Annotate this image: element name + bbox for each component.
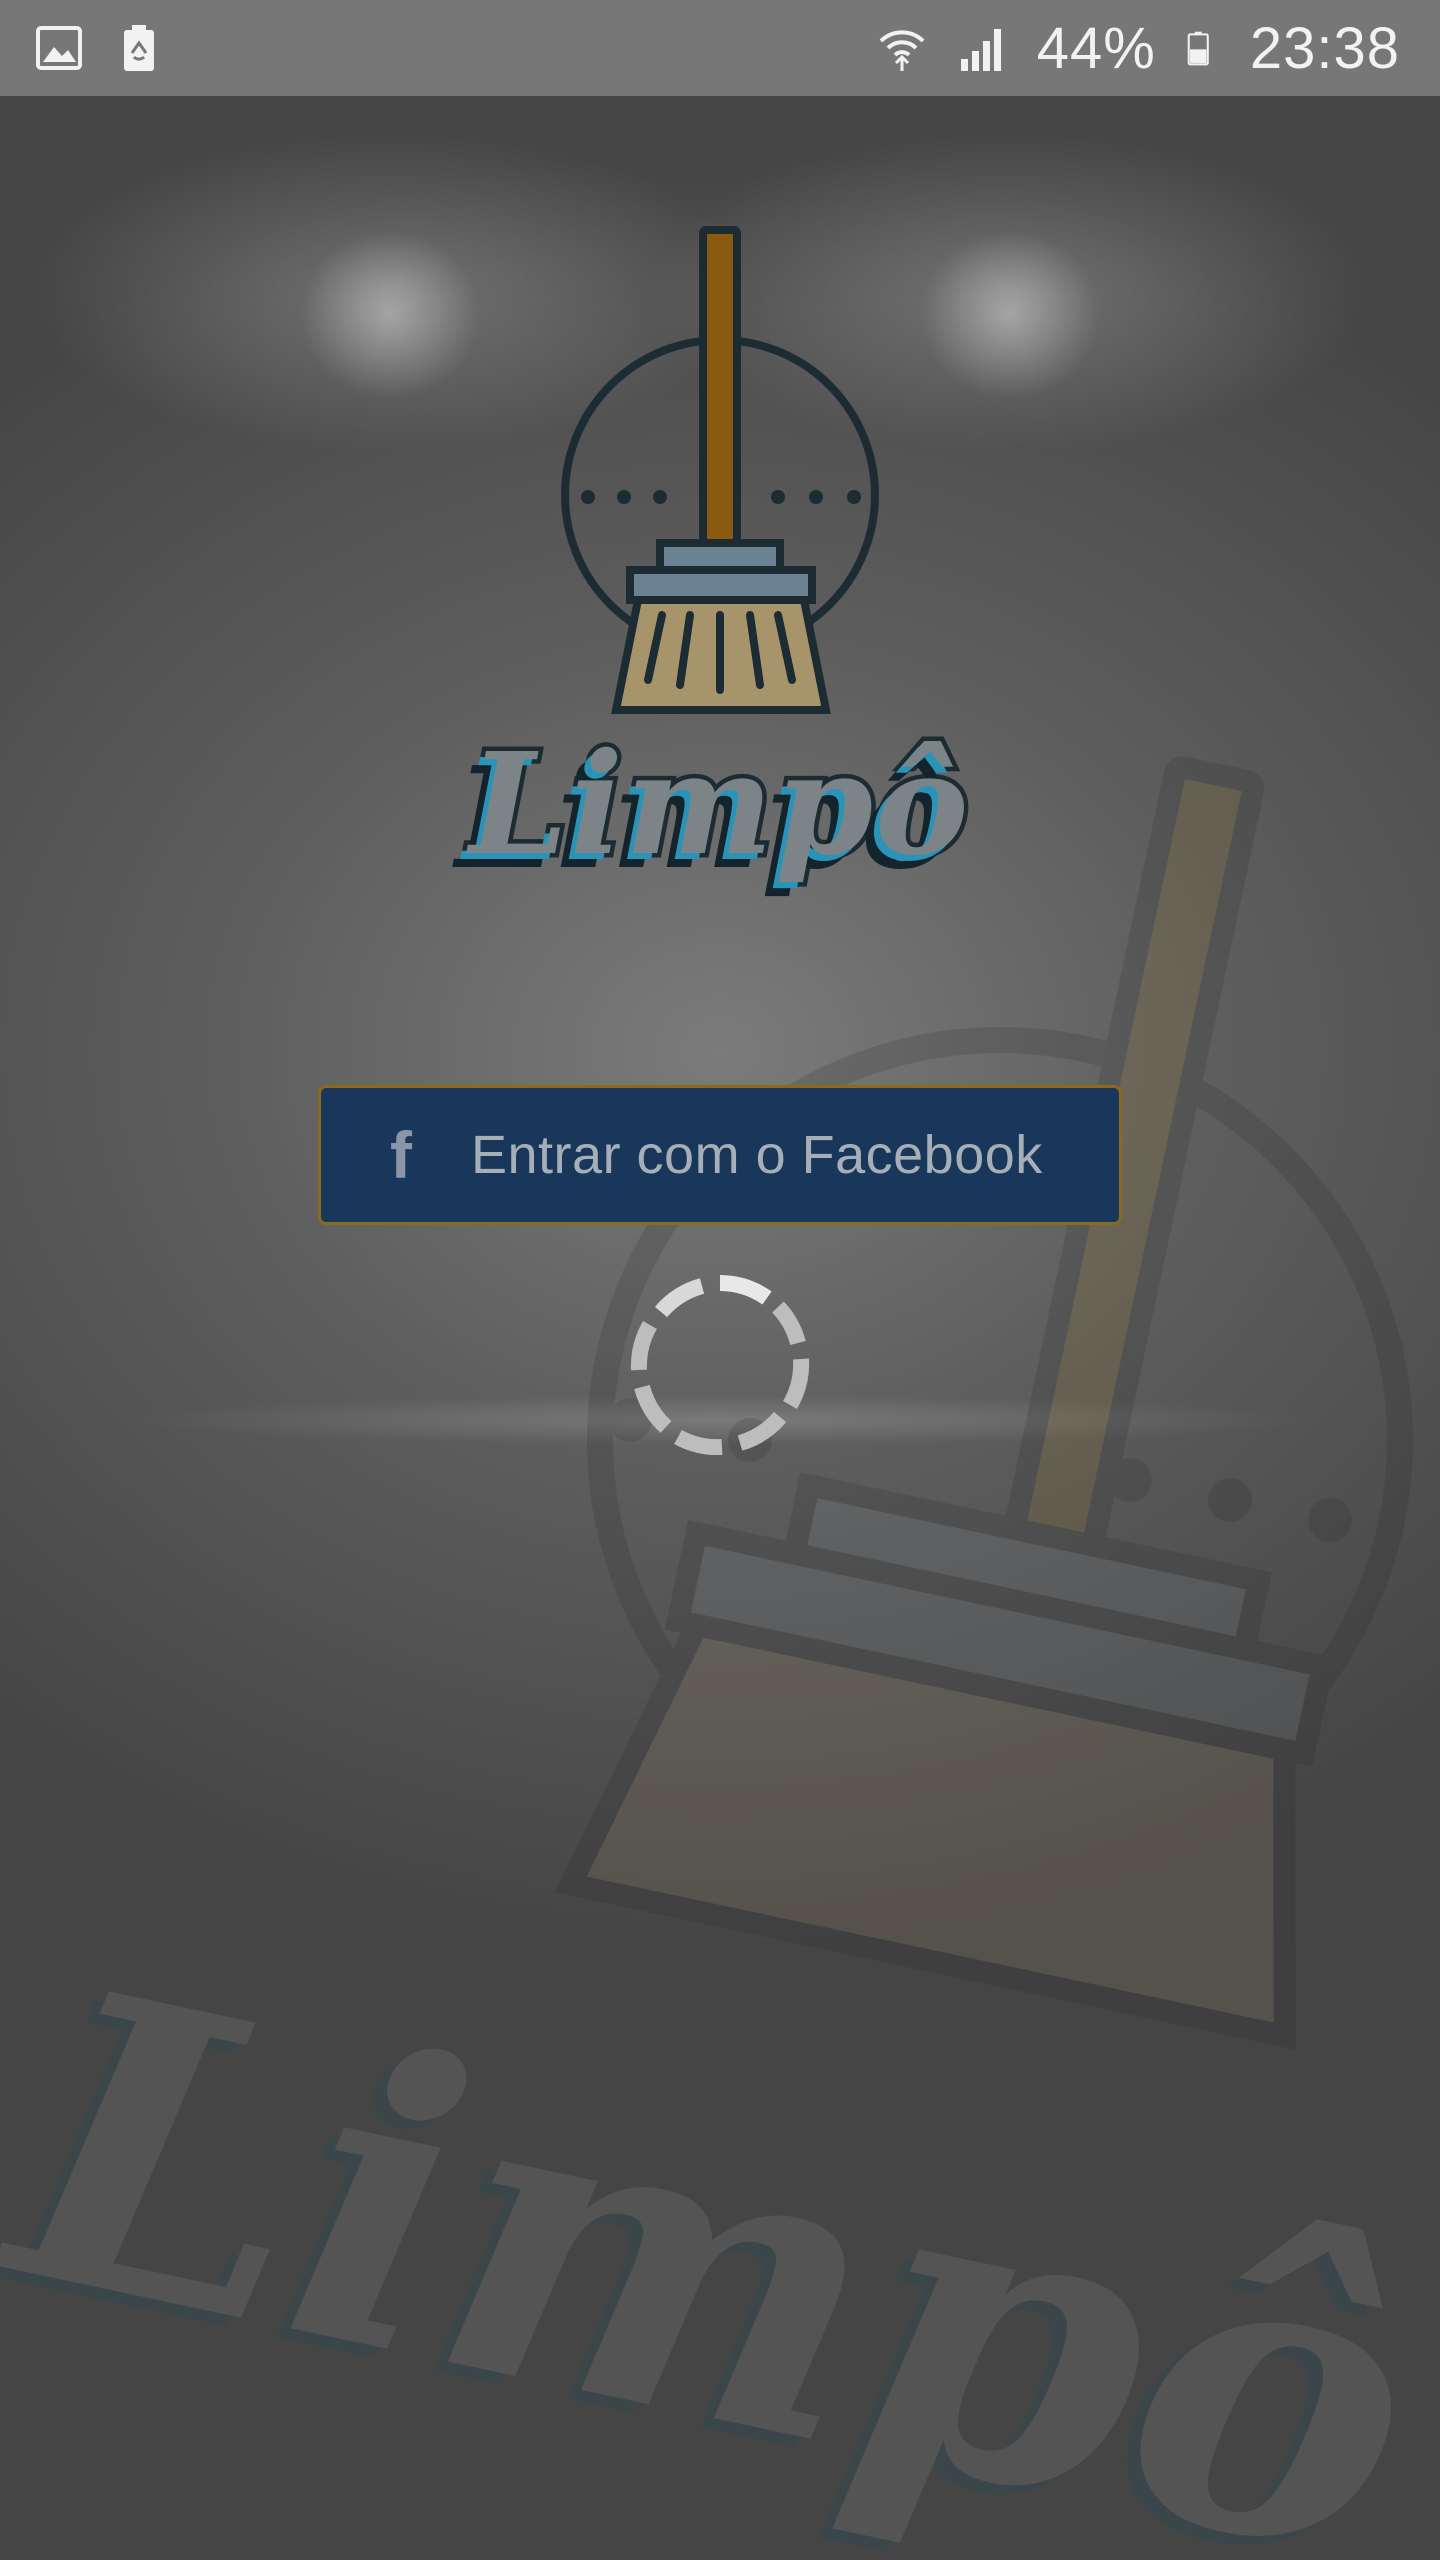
image-icon — [36, 26, 82, 70]
login-screen: Limpô 44% 23:38 Limpô f Entrar com o Fac… — [0, 0, 1440, 2560]
broom-logo-icon — [561, 226, 879, 714]
spotlight-right — [920, 230, 1100, 400]
battery-percentage: 44% — [1036, 15, 1156, 81]
spotlight-left — [300, 230, 480, 400]
signal-icon — [960, 29, 1001, 71]
battery-icon — [1187, 31, 1209, 66]
battery-saver-icon — [124, 25, 154, 71]
facebook-login-button[interactable]: f Entrar com o Facebook — [318, 1085, 1122, 1225]
status-bar-left — [34, 23, 164, 73]
clock: 23:38 — [1249, 15, 1400, 81]
loading-spinner-icon — [630, 1275, 810, 1455]
app-title: Limpô — [465, 719, 973, 892]
status-bar: 44% 23:38 — [0, 0, 1440, 96]
facebook-icon: f — [390, 1118, 412, 1192]
wifi-icon — [879, 30, 925, 71]
facebook-login-label: Entrar com o Facebook — [471, 1125, 1043, 1185]
status-bar-right: 44% 23:38 — [877, 15, 1400, 82]
